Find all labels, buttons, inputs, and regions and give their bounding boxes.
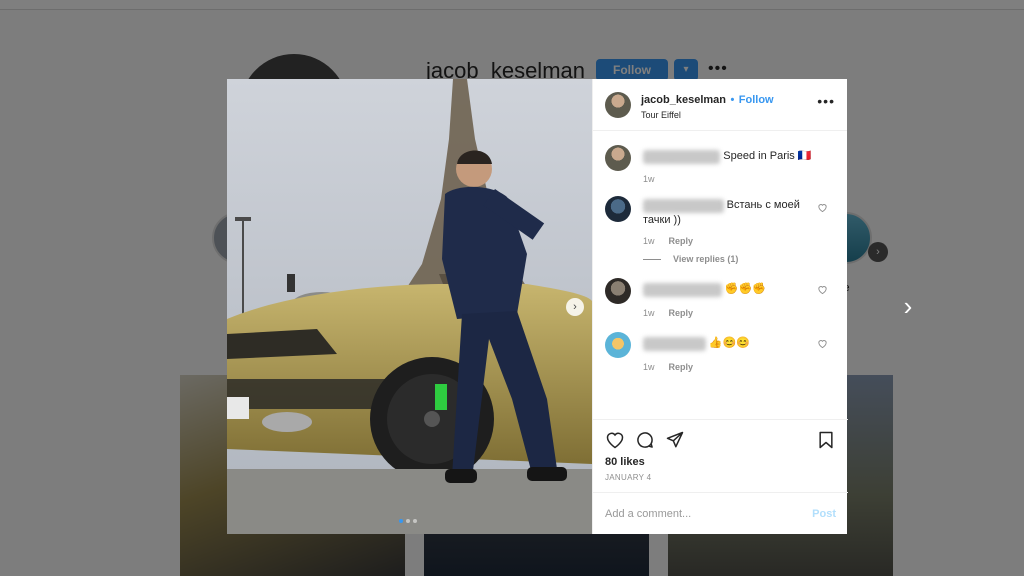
carousel-indicator [399, 519, 417, 523]
post-modal: › jacob_keselman • Follow Tour Eiffel ••… [227, 79, 848, 534]
comment-item: alexepatelien 👍😊😊 1w Reply [605, 332, 836, 372]
comment-time: 1w [643, 236, 655, 246]
commenter-username[interactable]: alexepatelien [643, 337, 706, 351]
post-header: jacob_keselman • Follow Tour Eiffel ••• [593, 79, 847, 131]
comment-text: 👍😊😊 [708, 337, 750, 349]
view-replies-label: View replies (1) [673, 254, 739, 264]
like-comment-heart-icon[interactable] [817, 202, 828, 213]
commenter-avatar[interactable] [605, 278, 631, 304]
view-replies-button[interactable]: View replies (1) [643, 254, 836, 264]
commenter-username[interactable]: jacob_keselman [643, 150, 721, 164]
reply-button[interactable]: Reply [669, 236, 694, 246]
reply-button[interactable]: Reply [669, 362, 694, 372]
photo-illustration [227, 79, 592, 534]
comment-item: lucasbrown.ldgs ✊✊✊ 1w Reply [605, 278, 836, 318]
post-photo[interactable]: › [227, 79, 592, 534]
add-comment-bar: Post [593, 492, 848, 534]
post-comment-button[interactable]: Post [812, 508, 836, 520]
owner-username[interactable]: jacob_keselman [641, 94, 726, 106]
commenter-avatar[interactable] [605, 145, 631, 171]
comments-list: jacob_keselman Speed in Paris 🇫🇷 1w maxim… [593, 131, 848, 419]
owner-avatar[interactable] [605, 91, 631, 118]
commenter-username[interactable]: maxim___official [643, 199, 724, 213]
comment-time: 1w [643, 174, 655, 184]
commenter-avatar[interactable] [605, 332, 631, 358]
more-options-icon[interactable]: ••• [817, 93, 835, 109]
comment-text: Speed in Paris 🇫🇷 [723, 150, 812, 162]
carousel-dot [399, 519, 403, 523]
comment-time: 1w [643, 308, 655, 318]
bookmark-icon[interactable] [816, 430, 836, 450]
caption-comment: jacob_keselman Speed in Paris 🇫🇷 1w [605, 145, 836, 184]
comment-text: ✊✊✊ [724, 283, 766, 295]
comment-time: 1w [643, 362, 655, 372]
header-separator: • [730, 93, 735, 106]
carousel-dot [413, 519, 417, 523]
post-date: JANUARY 4 [605, 473, 652, 482]
heart-icon[interactable] [605, 430, 625, 450]
reply-button[interactable]: Reply [669, 308, 694, 318]
header-follow-button[interactable]: Follow [739, 94, 774, 106]
post-location[interactable]: Tour Eiffel [641, 110, 774, 120]
commenter-avatar[interactable] [605, 196, 631, 222]
post-header-text: jacob_keselman • Follow Tour Eiffel [641, 90, 774, 120]
likes-count[interactable]: 80 likes [605, 456, 836, 468]
replies-divider [643, 258, 661, 260]
post-sidebar: jacob_keselman • Follow Tour Eiffel ••• … [592, 79, 848, 534]
comment-input[interactable] [605, 507, 795, 520]
carousel-dot [406, 519, 410, 523]
comment-item: maxim___official Встань с моей тачки )) 1… [605, 196, 836, 246]
commenter-username[interactable]: lucasbrown.ldgs [643, 283, 722, 297]
like-comment-heart-icon[interactable] [817, 284, 828, 295]
next-post-chevron-icon[interactable]: › [896, 293, 920, 319]
carousel-next-icon[interactable]: › [566, 298, 584, 316]
comment-icon[interactable] [635, 430, 655, 450]
post-actions: 80 likes JANUARY 4 [593, 419, 848, 492]
share-icon[interactable] [665, 430, 685, 450]
like-comment-heart-icon[interactable] [817, 338, 828, 349]
